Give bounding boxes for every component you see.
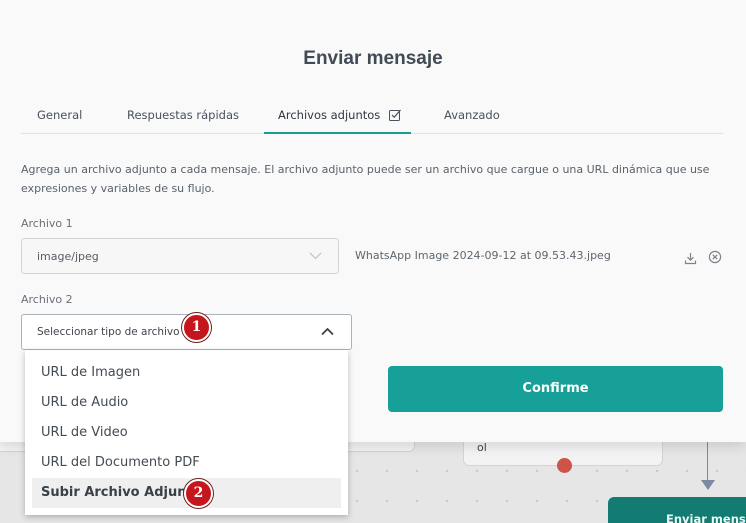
chevron-up-icon: [321, 327, 334, 339]
connector-dot[interactable]: [557, 458, 572, 473]
modal-title: Enviar mensaje: [303, 48, 443, 69]
tab-attachments-label: Archivos adjuntos: [278, 108, 381, 122]
check-square-icon: [388, 109, 401, 124]
download-icon[interactable]: [684, 250, 697, 269]
close-circle-icon[interactable]: [708, 249, 722, 268]
attachment1-type-select[interactable]: image/jpeg: [21, 238, 339, 274]
attachment1-type-value: image/jpeg: [37, 250, 99, 263]
tab-quick-replies[interactable]: Respuestas rápidas: [127, 108, 239, 134]
send-message-node[interactable]: Enviar mensaje: [608, 497, 746, 523]
attachments-description: Agrega un archivo adjunto a cada mensaje…: [21, 163, 710, 195]
tab-attachments[interactable]: Archivos adjuntos: [264, 108, 411, 134]
connector-arrow-icon: [701, 480, 715, 490]
tab-bar: General Respuestas rápidas Archivos adju…: [21, 100, 723, 134]
tab-advanced[interactable]: Avanzado: [444, 108, 500, 134]
confirm-button[interactable]: Confirme: [388, 366, 723, 412]
option-pdf-url[interactable]: URL del Documento PDF: [32, 448, 341, 478]
attachment1-label: Archivo 1: [21, 217, 73, 230]
annotation-badge-1: 1: [182, 313, 211, 342]
connector-line: [707, 440, 708, 484]
attachment2-placeholder: Seleccionar tipo de archivo: [37, 326, 180, 338]
attachment2-label: Archivo 2: [21, 293, 73, 306]
flow-node-text: ol: [477, 441, 487, 454]
option-audio-url[interactable]: URL de Audio: [32, 388, 341, 418]
tab-general[interactable]: General: [37, 108, 82, 134]
annotation-badge-2: 2: [184, 479, 213, 508]
chevron-down-icon: [309, 250, 322, 263]
option-video-url[interactable]: URL de Video: [32, 418, 341, 448]
option-image-url[interactable]: URL de Imagen: [32, 358, 341, 388]
attachment1-file-name: WhatsApp Image 2024-09-12 at 09.53.43.jp…: [355, 249, 611, 262]
